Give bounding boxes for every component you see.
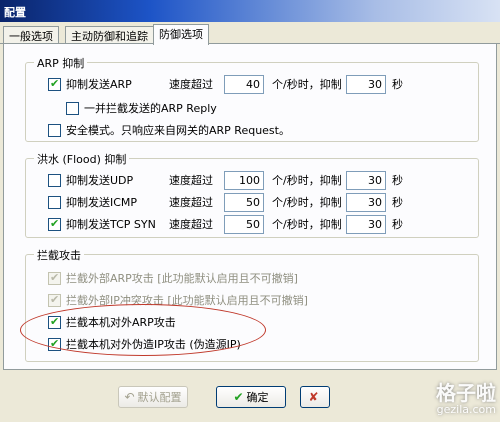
flood-udp-rate-input[interactable]: 100	[224, 171, 264, 190]
flood-tcp-syn-unit-label: 个/秒时，抑制	[272, 218, 342, 231]
flood-udp-duration-input[interactable]: 30	[346, 171, 386, 190]
arp-group-title: ARP 抑制	[34, 55, 88, 71]
arp-suppress-checkbox[interactable]	[48, 77, 61, 91]
cancel-button-partial[interactable]: ✘	[300, 386, 330, 408]
button-bar: ↶ 默认配置 ✔ 确定 ✘	[0, 372, 500, 422]
flood-udp-unit-label: 个/秒时，抑制	[272, 174, 342, 187]
flood-group-title: 洪水 (Flood) 抑制	[34, 151, 130, 167]
block-external-arp-label: 拦截外部ARP攻击 [此功能默认启用且不可撤销]	[66, 272, 298, 285]
watermark-line-2: gezila.com	[436, 403, 496, 416]
close-icon: ✘	[308, 390, 319, 404]
default-config-button[interactable]: ↶ 默认配置	[118, 386, 188, 408]
flood-tcp-syn-duration-input[interactable]: 30	[346, 215, 386, 234]
arp-safe-mode-row: 安全模式。只响应来自网关的ARP Request。	[26, 121, 480, 141]
arp-reply-row: 一并拦截发送的ARP Reply	[26, 99, 480, 119]
arp-suppress-group: ARP 抑制 抑制发送ARP 速度超过 40 个/秒时，抑制 30 秒 一并拦截…	[25, 55, 480, 142]
watermark: 格子啦 gezila.com	[436, 382, 496, 416]
flood-icmp-rate-label: 速度超过	[169, 196, 213, 209]
title-bar[interactable]: 配置	[0, 0, 500, 22]
window-title: 配置	[4, 6, 26, 19]
flood-tcp-syn-checkbox[interactable]	[48, 217, 61, 231]
arp-suppress-row: 抑制发送ARP 速度超过 40 个/秒时，抑制 30 秒	[26, 75, 480, 95]
flood-suppress-group: 洪水 (Flood) 抑制 抑制发送UDP 速度超过 100 个/秒时，抑制 3…	[25, 151, 480, 238]
arp-reply-label: 一并拦截发送的ARP Reply	[84, 102, 217, 115]
block-group-title: 拦截攻击	[34, 247, 84, 263]
block-external-arp-checkbox	[48, 271, 61, 285]
flood-icmp-duration-input[interactable]: 30	[346, 193, 386, 212]
watermark-line-1: 格子啦	[436, 381, 496, 405]
arp-safe-mode-checkbox[interactable]	[48, 124, 61, 137]
config-dialog: 配置 一般选项 主动防御和追踪 防御选项 ARP 抑制 抑制发送ARP 速度超过…	[0, 0, 500, 422]
tab-defense-options[interactable]: 防御选项	[153, 24, 209, 45]
arp-safe-mode-label: 安全模式。只响应来自网关的ARP Request。	[66, 124, 290, 137]
flood-tcp-syn-rate-input[interactable]: 50	[224, 215, 264, 234]
tab-active-defense[interactable]: 主动防御和追踪	[65, 26, 154, 43]
flood-udp-label: 抑制发送UDP	[66, 174, 134, 187]
flood-udp-rate-label: 速度超过	[169, 174, 213, 187]
arp-unit-label: 个/秒时，抑制	[272, 78, 342, 91]
arp-suppress-label: 抑制发送ARP	[66, 78, 132, 91]
flood-icmp-unit-label: 个/秒时，抑制	[272, 196, 342, 209]
flood-icmp-checkbox[interactable]	[48, 196, 61, 209]
flood-icmp-row: 抑制发送ICMP 速度超过 50 个/秒时，抑制 30 秒	[26, 193, 480, 213]
default-config-label: 默认配置	[137, 391, 182, 404]
arp-sec-label: 秒	[392, 78, 403, 91]
flood-tcp-syn-sec-label: 秒	[392, 218, 403, 231]
tab-bar: 一般选项 主动防御和追踪 防御选项	[0, 24, 500, 45]
flood-tcp-syn-row: 抑制发送TCP SYN 速度超过 50 个/秒时，抑制 30 秒	[26, 215, 480, 235]
flood-icmp-label: 抑制发送ICMP	[66, 196, 138, 209]
flood-udp-row: 抑制发送UDP 速度超过 100 个/秒时，抑制 30 秒	[26, 171, 480, 191]
block-external-ip-conflict-checkbox	[48, 293, 61, 307]
flood-udp-sec-label: 秒	[392, 174, 403, 187]
arp-rate-input[interactable]: 40	[224, 75, 264, 94]
arp-duration-input[interactable]: 30	[346, 75, 386, 94]
flood-udp-checkbox[interactable]	[48, 174, 61, 187]
block-external-arp-row: 拦截外部ARP攻击 [此功能默认启用且不可撤销]	[26, 269, 480, 289]
flood-tcp-syn-rate-label: 速度超过	[169, 218, 213, 231]
arp-reply-checkbox[interactable]	[66, 102, 79, 115]
arp-rate-label: 速度超过	[169, 78, 213, 91]
highlight-oval-annotation	[20, 304, 266, 356]
flood-icmp-sec-label: 秒	[392, 196, 403, 209]
flood-icmp-rate-input[interactable]: 50	[224, 193, 264, 212]
tab-general[interactable]: 一般选项	[3, 26, 59, 43]
ok-label: 确定	[246, 391, 269, 404]
flood-tcp-syn-label: 抑制发送TCP SYN	[66, 218, 156, 231]
undo-icon: ↶	[124, 390, 135, 404]
ok-button[interactable]: ✔ 确定	[216, 386, 286, 408]
check-icon: ✔	[233, 390, 244, 404]
